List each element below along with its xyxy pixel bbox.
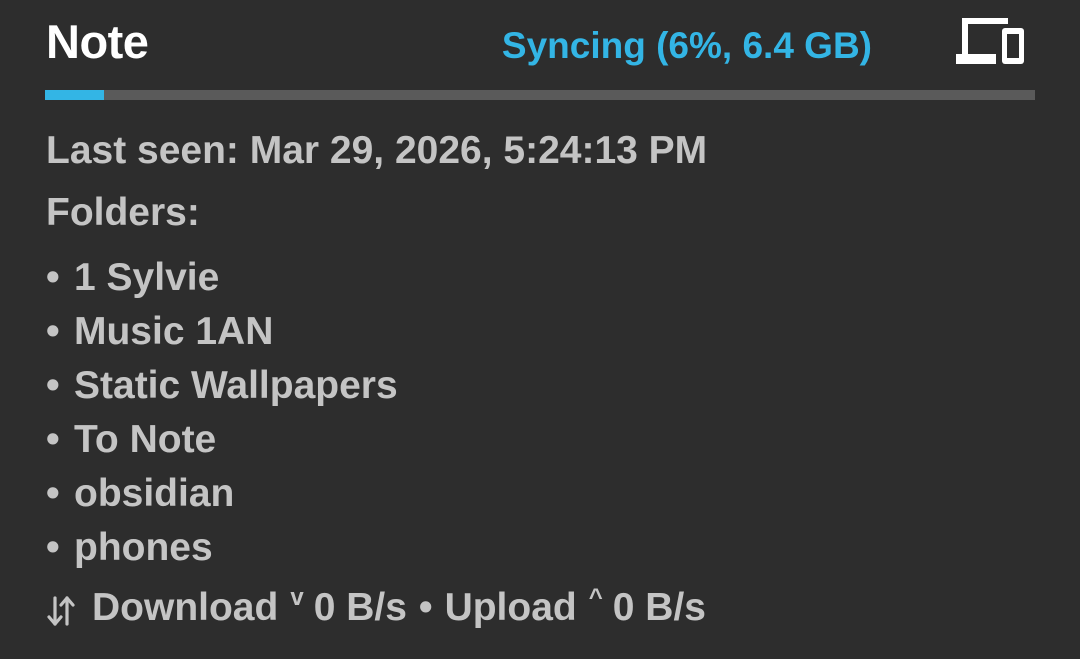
bullet: •: [46, 310, 60, 353]
bullet: •: [46, 256, 60, 299]
bullet: •: [46, 526, 60, 569]
folder-label: Music 1AN: [74, 310, 274, 353]
folder-item: • obsidian: [46, 467, 398, 521]
bullet: •: [46, 472, 60, 515]
sync-progress-fill: [45, 90, 105, 100]
folder-item: • Music 1AN: [46, 305, 398, 359]
upload-label: Upload: [444, 586, 577, 629]
folder-item: • Static Wallpapers: [46, 359, 398, 413]
folders-heading: Folders:: [46, 191, 200, 234]
device-card[interactable]: Note Syncing (6%, 6.4 GB) Last seen: Mar…: [0, 0, 1080, 659]
download-arrow: v: [290, 584, 304, 611]
folder-item: • 1 Sylvie: [46, 251, 398, 305]
devices-icon[interactable]: [952, 14, 1028, 66]
folder-label: phones: [74, 526, 213, 569]
folder-item: • phones: [46, 521, 398, 575]
download-label: Download: [92, 586, 279, 629]
download-rate: 0 B/s: [313, 586, 407, 629]
device-name: Note: [46, 15, 149, 68]
folder-label: To Note: [74, 418, 217, 461]
folder-item: • To Note: [46, 413, 398, 467]
last-seen-text: Last seen: Mar 29, 2026, 5:24:13 PM: [46, 129, 708, 172]
separator: •: [418, 586, 433, 629]
folder-label: 1 Sylvie: [74, 256, 220, 299]
bullet: •: [46, 364, 60, 407]
folder-list: • 1 Sylvie • Music 1AN • Static Wallpapers …: [46, 251, 398, 575]
folder-label: Static Wallpapers: [74, 364, 398, 407]
upload-arrow: ^: [588, 584, 603, 611]
upload-rate: 0 B/s: [612, 586, 706, 629]
bullet: •: [46, 418, 60, 461]
sync-progress-bar: [45, 90, 1035, 100]
swap-vertical-icon: [47, 596, 75, 626]
sync-status: Syncing (6%, 6.4 GB): [501, 25, 872, 66]
transfer-rates: Download v 0 B/s • Upload ^ 0 B/s: [46, 584, 706, 632]
folder-label: obsidian: [74, 472, 235, 515]
